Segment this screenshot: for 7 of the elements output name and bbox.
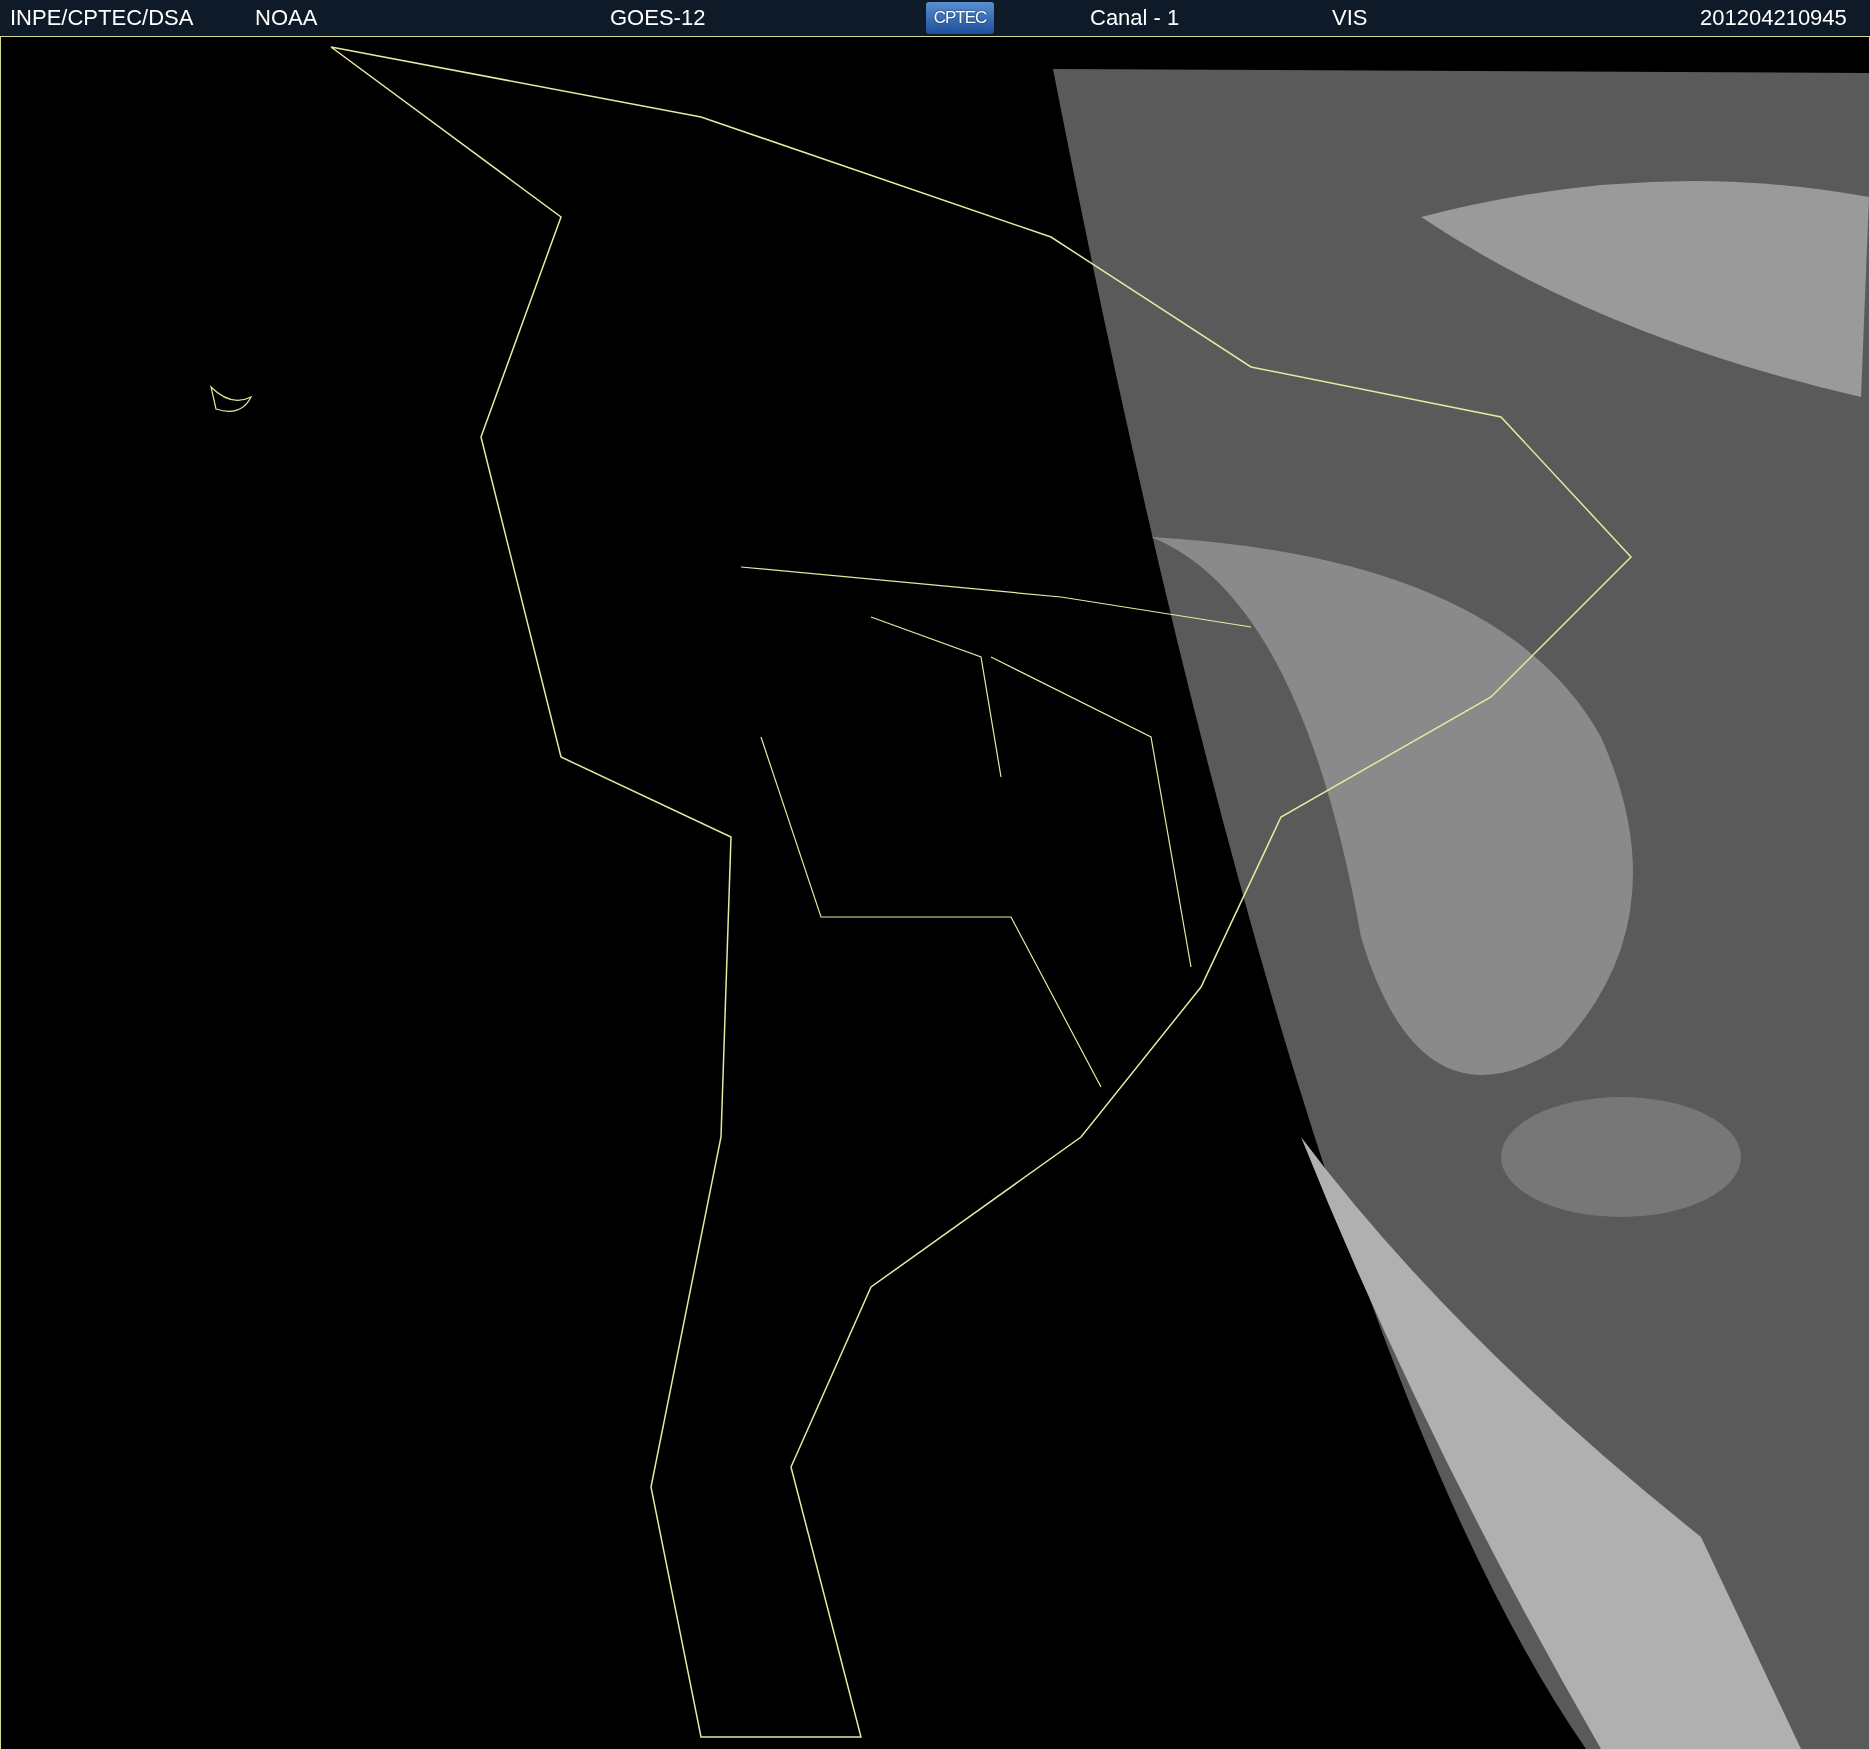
band-label: VIS bbox=[1332, 5, 1369, 31]
timestamp-label: 201204210945 bbox=[1700, 5, 1848, 31]
source-label: INPE/CPTEC/DSA bbox=[10, 5, 195, 31]
agency-label: NOAA bbox=[255, 5, 319, 31]
logo: CPTEC bbox=[926, 2, 994, 34]
channel-label: Canal - 1 bbox=[1090, 5, 1181, 31]
satellite-label: GOES-12 bbox=[610, 5, 707, 31]
